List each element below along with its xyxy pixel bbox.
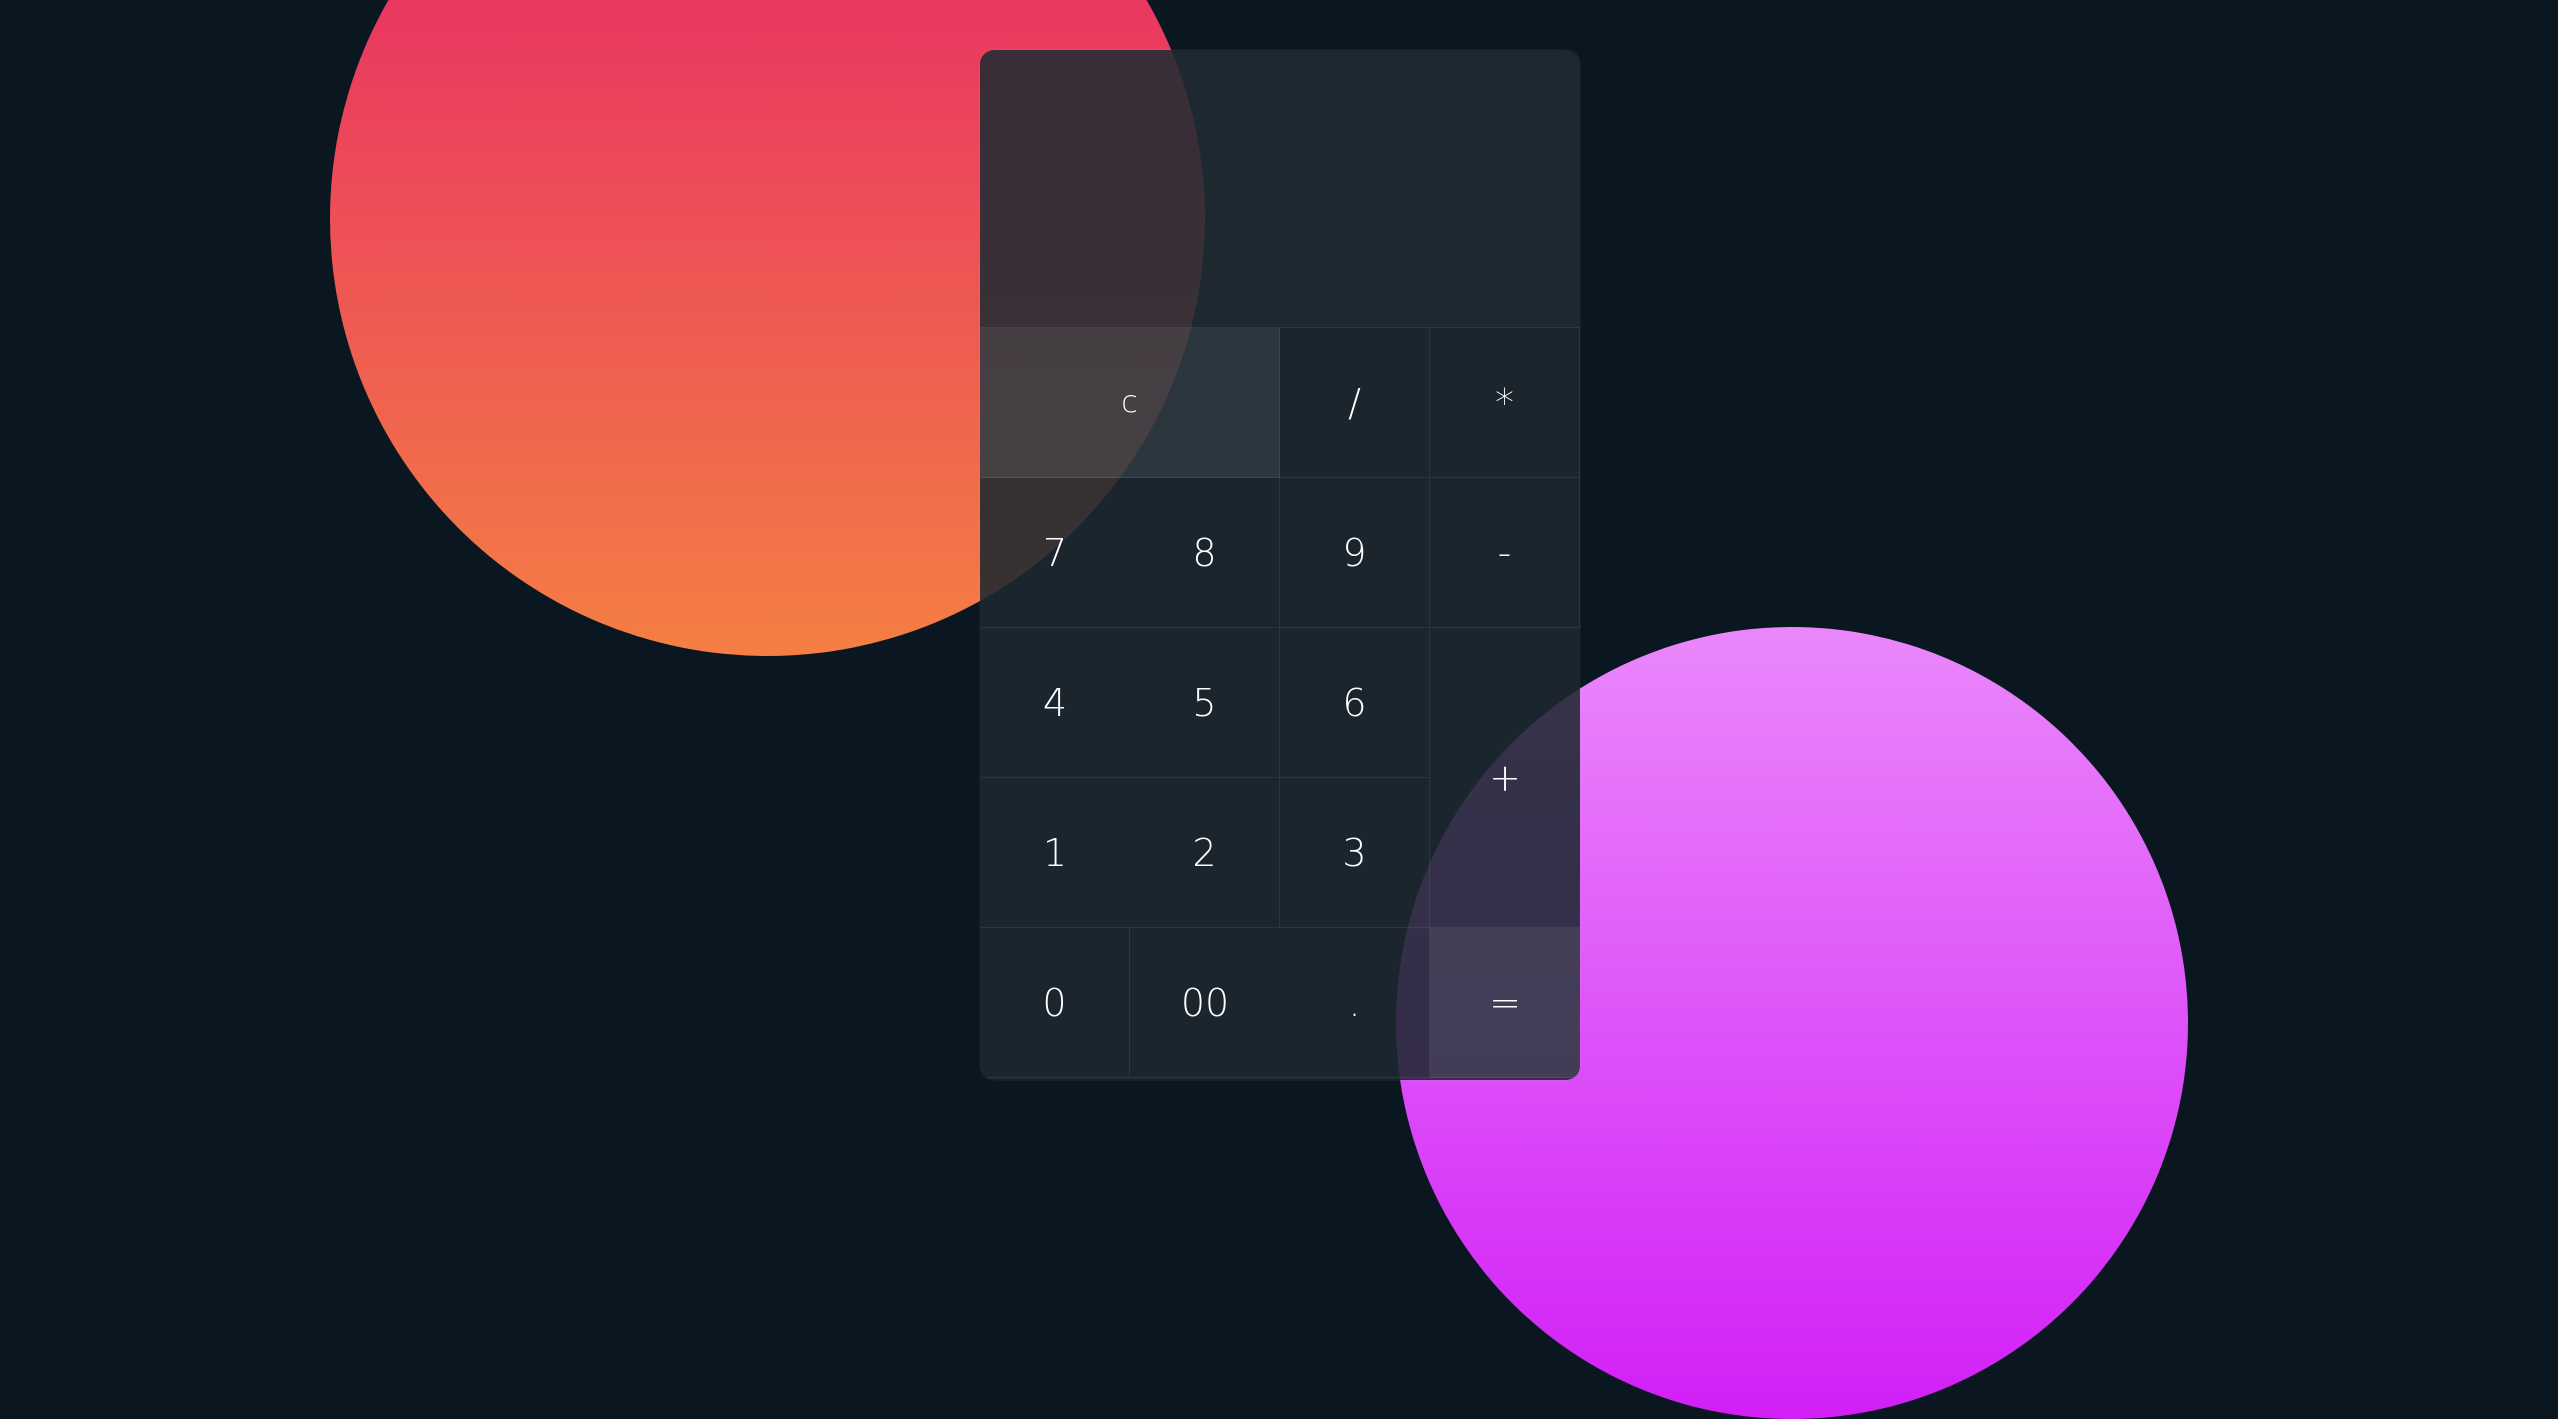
digit-8-button[interactable]: 8	[1130, 478, 1280, 628]
digit-0-button[interactable]: 0	[980, 928, 1130, 1078]
calculator: c / * 7 8 9 - 4 5 6 + 1 2 3 0 00 . =	[980, 50, 1580, 1080]
multiply-button[interactable]: *	[1430, 328, 1580, 478]
digit-3-button[interactable]: 3	[1280, 778, 1430, 928]
digit-2-button[interactable]: 2	[1130, 778, 1280, 928]
digit-4-button[interactable]: 4	[980, 628, 1130, 778]
digit-7-button[interactable]: 7	[980, 478, 1130, 628]
digit-1-button[interactable]: 1	[980, 778, 1130, 928]
digit-5-button[interactable]: 5	[1130, 628, 1280, 778]
clear-button[interactable]: c	[980, 328, 1280, 478]
decimal-button[interactable]: .	[1280, 928, 1430, 1078]
digit-6-button[interactable]: 6	[1280, 628, 1430, 778]
double-zero-button[interactable]: 00	[1130, 928, 1280, 1078]
digit-9-button[interactable]: 9	[1280, 478, 1430, 628]
divide-button[interactable]: /	[1280, 328, 1430, 478]
add-button[interactable]: +	[1430, 628, 1580, 928]
calculator-display	[980, 50, 1580, 328]
subtract-button[interactable]: -	[1430, 478, 1580, 628]
equals-button[interactable]: =	[1430, 928, 1580, 1078]
calculator-keypad: c / * 7 8 9 - 4 5 6 + 1 2 3 0 00 . =	[980, 328, 1580, 1078]
